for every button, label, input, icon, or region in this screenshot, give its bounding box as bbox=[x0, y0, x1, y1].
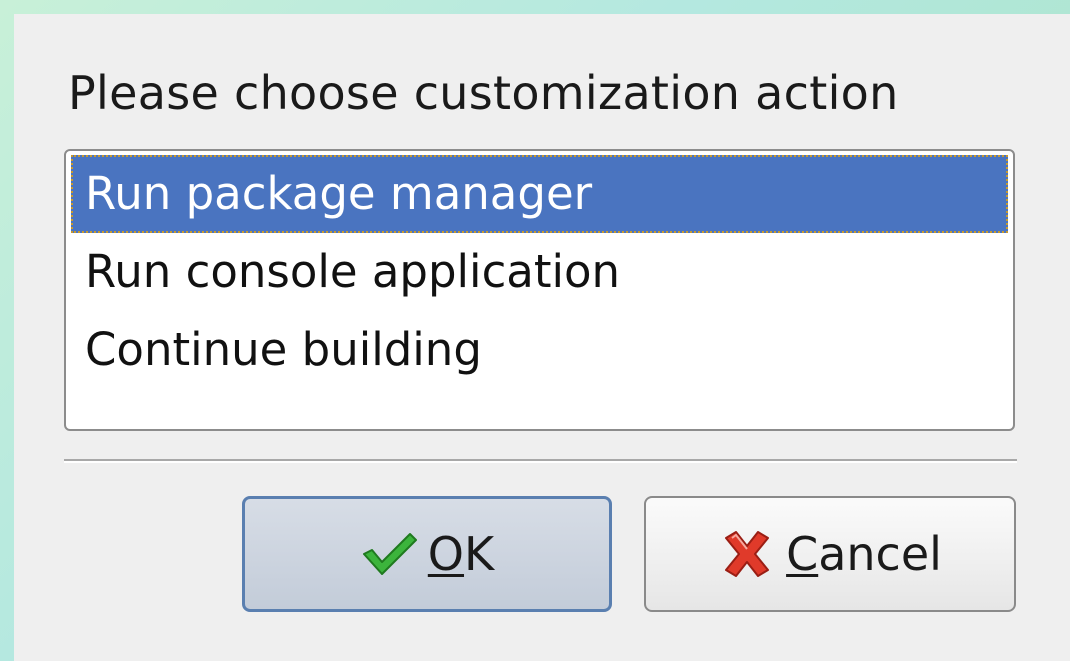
list-item-continue-building[interactable]: Continue building bbox=[71, 311, 1008, 389]
action-listbox[interactable]: Run package manager Run console applicat… bbox=[64, 149, 1015, 431]
separator bbox=[64, 459, 1017, 463]
list-item-run-package-manager[interactable]: Run package manager bbox=[71, 155, 1008, 233]
list-item-run-console-application[interactable]: Run console application bbox=[71, 233, 1008, 311]
red-x-icon bbox=[725, 531, 770, 577]
ok-mnemonic: O bbox=[427, 527, 465, 581]
cancel-label-rest: ancel bbox=[818, 527, 942, 581]
checkmark-icon bbox=[362, 533, 417, 575]
ok-button[interactable]: OK bbox=[242, 496, 612, 612]
cancel-mnemonic: C bbox=[786, 527, 819, 581]
ok-button-label: OK bbox=[428, 527, 494, 581]
cancel-button-label: Cancel bbox=[786, 527, 942, 581]
ok-label-rest: K bbox=[464, 527, 495, 581]
prompt-label: Please choose customization action bbox=[68, 66, 899, 120]
cancel-button[interactable]: Cancel bbox=[644, 496, 1016, 612]
customization-dialog: Please choose customization action Run p… bbox=[14, 14, 1070, 661]
